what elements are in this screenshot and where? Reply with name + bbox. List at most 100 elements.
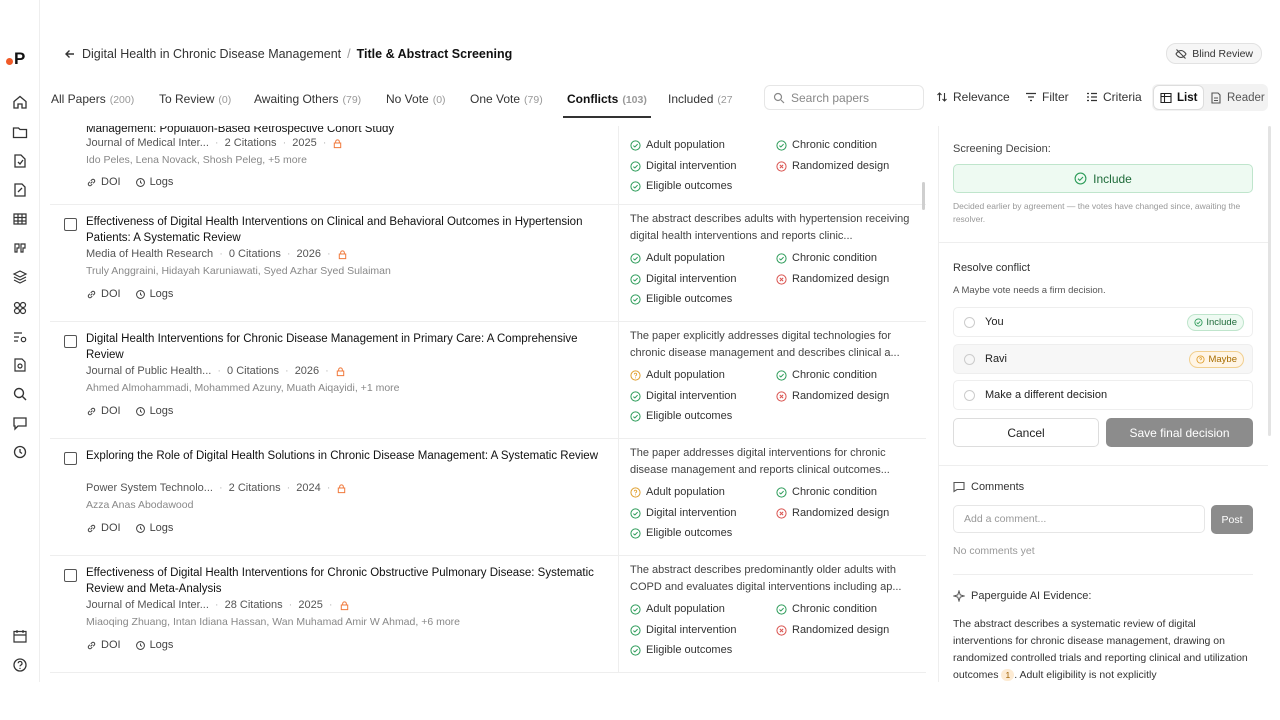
list-view-button[interactable]: List xyxy=(1154,86,1204,109)
paper-checkbox[interactable] xyxy=(64,218,77,231)
grid-icon[interactable] xyxy=(12,300,28,316)
paper-authors: Truly Anggraini, Hidayah Karuniawati, Sy… xyxy=(86,265,391,277)
logs-link[interactable]: Logs xyxy=(135,405,173,417)
radio-button[interactable] xyxy=(964,353,975,365)
sort-button[interactable]: Relevance xyxy=(936,90,1010,104)
x-circle-icon xyxy=(776,273,787,285)
file-search-icon[interactable] xyxy=(12,357,28,373)
cancel-button[interactable]: Cancel xyxy=(953,418,1099,447)
paper-row[interactable]: Effectiveness of Digital Health Interven… xyxy=(50,556,926,673)
calendar-icon[interactable] xyxy=(12,628,28,644)
document-edit-icon[interactable] xyxy=(12,182,28,198)
paper-title[interactable]: Effectiveness of Digital Health Interven… xyxy=(86,565,616,597)
breadcrumb-separator: / xyxy=(347,47,351,61)
folder-icon[interactable] xyxy=(12,124,28,140)
vote-option-ravi[interactable]: Ravi Maybe xyxy=(953,344,1253,374)
paper-links: DOI Logs xyxy=(86,176,173,188)
filter-button[interactable]: Filter xyxy=(1025,90,1069,104)
history-icon xyxy=(135,177,145,187)
check-circle-icon xyxy=(1074,172,1087,185)
criterion-digital: Digital intervention xyxy=(630,273,737,285)
list-search-icon[interactable] xyxy=(12,329,28,345)
logo-text: P xyxy=(14,49,26,68)
publication-year: 2025 xyxy=(298,599,323,611)
doi-link[interactable]: DOI xyxy=(86,176,121,188)
tab-included[interactable]: Included (27 xyxy=(668,92,756,106)
paper-title[interactable]: Management: Population-Based Retrospecti… xyxy=(86,126,616,137)
blind-review-toggle[interactable]: Blind Review xyxy=(1166,43,1262,64)
app-logo[interactable]: P xyxy=(6,49,25,69)
tab-awaiting-others[interactable]: Awaiting Others (79) xyxy=(254,92,361,106)
doi-link[interactable]: DOI xyxy=(86,522,121,534)
abstract-summary: The abstract describes adults with hyper… xyxy=(630,213,910,242)
logs-link[interactable]: Logs xyxy=(135,176,173,188)
search-icon[interactable] xyxy=(12,386,28,402)
vote-option-you[interactable]: You Include xyxy=(953,307,1253,337)
logs-link[interactable]: Logs xyxy=(135,522,173,534)
comment-input[interactable]: Add a comment... xyxy=(953,505,1205,533)
column-divider xyxy=(618,556,619,673)
radio-button[interactable] xyxy=(964,389,975,401)
save-final-decision-button[interactable]: Save final decision xyxy=(1106,418,1253,447)
tab-all-papers[interactable]: All Papers (200) xyxy=(51,92,134,106)
screening-icon[interactable] xyxy=(12,153,28,169)
help-icon[interactable] xyxy=(12,657,28,673)
history-icon xyxy=(135,640,145,650)
lock-icon xyxy=(338,483,346,493)
check-circle-icon xyxy=(630,160,641,172)
ai-evidence-text: The abstract describes a systematic revi… xyxy=(953,618,1248,681)
paper-checkbox[interactable] xyxy=(64,569,77,582)
breadcrumb-project[interactable]: Digital Health in Chronic Disease Manage… xyxy=(82,47,341,61)
paper-links: DOI Logs xyxy=(86,522,173,534)
paper-title[interactable]: Effectiveness of Digital Health Interven… xyxy=(86,214,616,246)
maybe-badge: Maybe xyxy=(1189,351,1244,368)
history-icon[interactable] xyxy=(12,444,28,460)
citation-count: 2 Citations xyxy=(228,482,281,494)
paper-title[interactable]: Exploring the Role of Digital Health Sol… xyxy=(86,448,616,464)
criterion-adult: Adult population xyxy=(630,486,725,498)
search-input[interactable]: Search papers xyxy=(764,85,924,110)
logs-link[interactable]: Logs xyxy=(135,288,173,300)
quote-icon[interactable] xyxy=(12,240,28,256)
panel-scrollbar[interactable] xyxy=(1268,126,1271,436)
link-icon xyxy=(87,524,96,532)
post-comment-button[interactable]: Post xyxy=(1211,505,1253,534)
home-icon[interactable] xyxy=(12,94,28,110)
paper-row[interactable]: Exploring the Role of Digital Health Sol… xyxy=(50,439,926,556)
doi-link[interactable]: DOI xyxy=(86,639,121,651)
criteria-button[interactable]: Criteria xyxy=(1086,90,1142,104)
table-icon[interactable] xyxy=(12,211,28,227)
check-circle-icon xyxy=(1194,318,1203,327)
logs-link[interactable]: Logs xyxy=(135,639,173,651)
paper-row[interactable]: Effectiveness of Digital Health Interven… xyxy=(50,205,926,322)
list-scrollbar[interactable] xyxy=(922,182,925,210)
criteria-icon xyxy=(1087,92,1097,102)
paper-row[interactable]: Digital Health Interventions for Chronic… xyxy=(50,322,926,439)
check-circle-icon xyxy=(630,507,641,519)
doi-link[interactable]: DOI xyxy=(86,288,121,300)
criterion-adult: Adult population xyxy=(630,369,725,381)
journal-name: Journal of Medical Inter... xyxy=(86,137,209,149)
tab-one-vote[interactable]: One Vote (79) xyxy=(470,92,543,106)
paper-title[interactable]: Digital Health Interventions for Chronic… xyxy=(86,331,616,363)
vote-option-different[interactable]: Make a different decision xyxy=(953,380,1253,410)
left-sidebar: P xyxy=(0,0,40,682)
chat-icon[interactable] xyxy=(12,415,28,431)
tab-no-vote[interactable]: No Vote (0) xyxy=(386,92,446,106)
tab-to-review[interactable]: To Review (0) xyxy=(159,92,231,106)
criterion-chronic: Chronic condition xyxy=(776,252,877,264)
layers-icon[interactable] xyxy=(12,269,28,285)
tab-conflicts[interactable]: Conflicts (103) xyxy=(563,92,651,118)
paper-row[interactable]: Management: Population-Based Retrospecti… xyxy=(50,126,926,205)
back-arrow-icon[interactable] xyxy=(64,48,76,60)
citation-badge[interactable]: 1 xyxy=(1001,669,1015,681)
search-icon xyxy=(773,92,785,103)
paper-checkbox[interactable] xyxy=(64,452,77,465)
paper-checkbox[interactable] xyxy=(64,335,77,348)
check-circle-icon xyxy=(630,180,641,192)
radio-button[interactable] xyxy=(964,316,975,328)
doi-link[interactable]: DOI xyxy=(86,405,121,417)
reader-view-button[interactable]: Reader xyxy=(1204,86,1271,109)
check-circle-icon xyxy=(630,644,641,656)
table-icon xyxy=(1160,92,1172,103)
